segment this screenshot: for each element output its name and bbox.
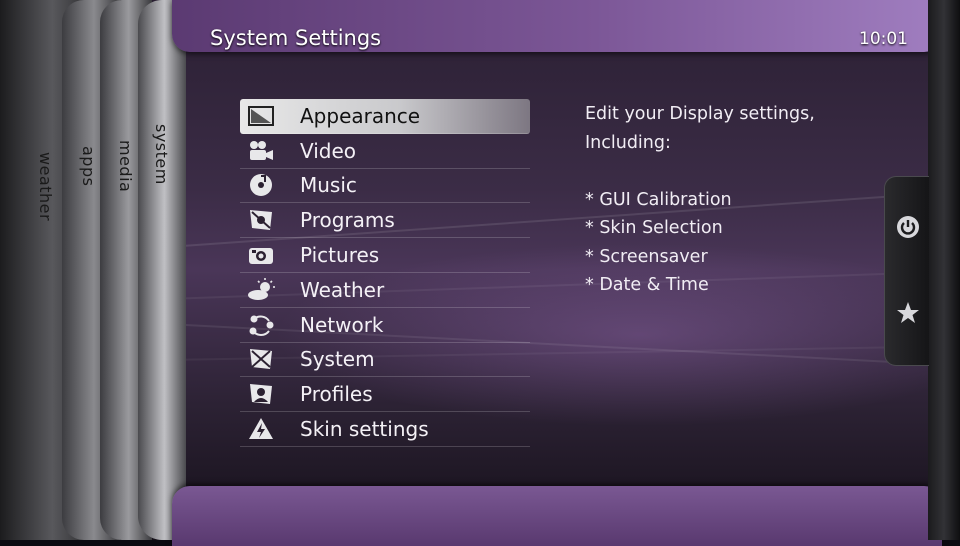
- tab-system[interactable]: system: [138, 0, 186, 540]
- tab-apps-label: apps: [79, 146, 98, 187]
- description-line: Edit your Display settings,: [585, 104, 815, 124]
- section-tabs: weather apps media system: [0, 0, 190, 540]
- page-title: System Settings: [210, 26, 382, 50]
- programs-icon: [246, 207, 276, 233]
- menu-label-system: System: [300, 347, 375, 372]
- menu-label-weather: Weather: [300, 277, 385, 302]
- menu-label-skin-settings: Skin settings: [300, 417, 429, 442]
- menu-item-music[interactable]: Music: [240, 169, 530, 204]
- menu-item-pictures[interactable]: Pictures: [240, 238, 530, 273]
- menu-label-network: Network: [300, 312, 384, 337]
- footer-bar: [172, 486, 942, 546]
- description-line: Including:: [585, 132, 671, 153]
- profiles-icon: [246, 381, 276, 407]
- menu-label-music: Music: [300, 173, 357, 198]
- menu-label-programs: Programs: [300, 208, 395, 233]
- menu-label-pictures: Pictures: [300, 243, 380, 268]
- side-button-panel: [884, 176, 929, 366]
- video-camera-icon: [246, 138, 276, 164]
- settings-menu: Appearance Video Music Programs Pictures…: [240, 99, 530, 447]
- menu-item-weather[interactable]: Weather: [240, 273, 530, 308]
- menu-label-appearance: Appearance: [300, 103, 421, 128]
- description-line: * Screensaver: [585, 246, 708, 267]
- music-disc-icon: [246, 172, 276, 198]
- description-line: * Skin Selection: [585, 218, 723, 238]
- power-button[interactable]: [891, 210, 925, 244]
- menu-item-appearance[interactable]: Appearance: [240, 99, 530, 134]
- weather-icon: [246, 277, 276, 303]
- menu-item-network[interactable]: Network: [240, 308, 530, 343]
- menu-label-profiles: Profiles: [300, 382, 373, 407]
- menu-label-video: Video: [300, 138, 357, 163]
- camera-icon: [246, 242, 276, 268]
- appearance-icon: [246, 103, 276, 129]
- description-panel: Edit your Display settings, Including: *…: [585, 100, 915, 300]
- power-icon: [897, 216, 919, 238]
- description-line: [585, 157, 915, 186]
- description-line: * GUI Calibration: [585, 189, 732, 210]
- header-bar: System Settings 10:01: [172, 0, 942, 52]
- menu-item-programs[interactable]: Programs: [240, 203, 530, 239]
- right-frame: [928, 0, 960, 540]
- skin-settings-icon: [246, 416, 276, 442]
- menu-item-skin-settings[interactable]: Skin settings: [240, 412, 530, 447]
- tab-weather-label: weather: [36, 152, 55, 222]
- clock: 10:01: [859, 29, 908, 49]
- system-icon: [246, 346, 276, 372]
- description-line: * Date & Time: [585, 275, 709, 295]
- menu-item-video[interactable]: Video: [240, 134, 530, 169]
- menu-item-profiles[interactable]: Profiles: [240, 377, 530, 413]
- tab-media-label: media: [116, 140, 135, 193]
- menu-item-system[interactable]: System: [240, 343, 530, 378]
- favourites-button[interactable]: [891, 296, 925, 330]
- star-icon: [897, 302, 919, 323]
- tab-system-label: system: [152, 124, 171, 185]
- network-icon: [246, 312, 276, 338]
